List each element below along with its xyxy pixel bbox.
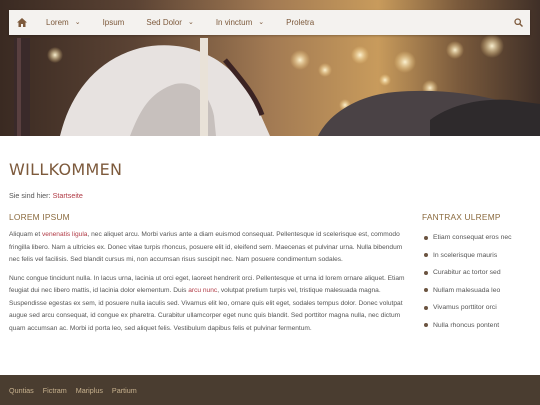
sidebar-item[interactable]: Nullam malesuada leo xyxy=(422,282,534,300)
paragraph-text: Aliquam et xyxy=(9,231,42,238)
chevron-down-icon: ⌄ xyxy=(258,18,265,26)
home-icon[interactable] xyxy=(9,10,35,35)
sidebar-item-label: Nulla rhoncus pontent xyxy=(433,321,500,329)
nav-item-proletra[interactable]: Proletra xyxy=(275,10,325,35)
bullet-icon xyxy=(424,323,428,328)
footer-link[interactable]: Fictram xyxy=(43,386,67,395)
nav-item-label: In vinctum xyxy=(215,18,253,27)
breadcrumb: Sie sind hier: Startseite xyxy=(9,191,83,200)
paragraph-1: Aliquam et venenatis ligula, nec aliquet… xyxy=(9,229,405,267)
footer-link[interactable]: Partium xyxy=(112,386,137,395)
nav-item-lorem[interactable]: Lorem ⌄ xyxy=(35,10,92,35)
nav-item-label: Lorem xyxy=(46,18,69,27)
sidebar-list: Etiam consequat eros nec In scelerisque … xyxy=(422,229,534,334)
paragraph-2: Nunc congue tincidunt nulla. In lacus ur… xyxy=(9,273,405,336)
bullet-icon xyxy=(424,235,428,240)
sidebar-item[interactable]: Etiam consequat eros nec xyxy=(422,229,534,247)
footer: Quntias Fictram Mariplus Partium xyxy=(0,375,540,405)
breadcrumb-link-home[interactable]: Startseite xyxy=(53,191,83,200)
sidebar-item-label: In scelerisque mauris xyxy=(433,251,498,259)
search-icon[interactable] xyxy=(506,10,530,35)
nav-item-in-vinctum[interactable]: In vinctum ⌄ xyxy=(205,10,275,35)
sidebar-item[interactable]: Curabitur ac tortor sed xyxy=(422,264,534,282)
sidebar-item-label: Vivamus porttitor orci xyxy=(433,304,497,312)
bullet-icon xyxy=(424,288,428,293)
sidebar-item[interactable]: Nulla rhoncus pontent xyxy=(422,317,534,335)
inline-link[interactable]: venenatis ligula xyxy=(42,231,87,238)
sidebar-item[interactable]: Vivamus porttitor orci xyxy=(422,299,534,317)
chevron-down-icon: ⌄ xyxy=(74,18,81,26)
main-content: LOREM IPSUM Aliquam et venenatis ligula,… xyxy=(9,212,405,341)
bullet-icon xyxy=(424,305,428,310)
bullet-icon xyxy=(424,270,428,275)
sidebar: FANTRAX ULREMP Etiam consequat eros nec … xyxy=(422,212,534,334)
inline-link[interactable]: arcu nunc xyxy=(188,287,217,294)
sidebar-item[interactable]: In scelerisque mauris xyxy=(422,247,534,265)
nav-item-ipsum[interactable]: Ipsum xyxy=(92,10,136,35)
sidebar-heading: FANTRAX ULREMP xyxy=(422,212,501,222)
nav-item-label: Sed Dolor xyxy=(146,18,182,27)
sidebar-item-label: Nullam malesuada leo xyxy=(433,286,501,294)
breadcrumb-prefix: Sie sind hier: xyxy=(9,191,51,200)
sidebar-item-label: Curabitur ac tortor sed xyxy=(433,269,501,277)
sidebar-item-label: Etiam consequat eros nec xyxy=(433,234,512,242)
main-navbar: Lorem ⌄ Ipsum Sed Dolor ⌄ In vinctum ⌄ P… xyxy=(9,10,530,35)
footer-link[interactable]: Quntias xyxy=(9,386,34,395)
bullet-icon xyxy=(424,253,428,258)
nav-item-label: Proletra xyxy=(286,18,315,27)
chevron-down-icon: ⌄ xyxy=(187,18,194,26)
main-heading: LOREM IPSUM xyxy=(9,212,70,222)
nav-item-label: Ipsum xyxy=(102,18,125,27)
nav-item-sed-dolor[interactable]: Sed Dolor ⌄ xyxy=(135,10,204,35)
page-title: WILLKOMMEN xyxy=(9,160,123,179)
footer-link[interactable]: Mariplus xyxy=(76,386,103,395)
